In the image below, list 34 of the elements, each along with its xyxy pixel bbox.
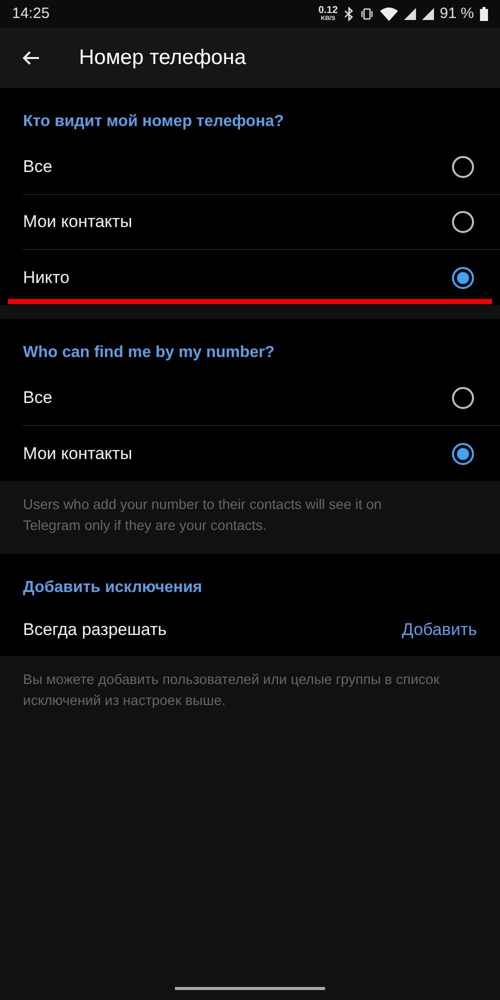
signal-icon	[422, 8, 434, 20]
option-row[interactable]: Все	[23, 140, 500, 195]
option-label: Мои контакты	[23, 442, 132, 465]
radio-button[interactable]	[452, 442, 474, 464]
option-label: Всегда разрешать	[23, 619, 167, 642]
battery-percent: 91 %	[440, 4, 474, 24]
option-row[interactable]: Мои контакты	[23, 195, 500, 250]
bluetooth-icon	[344, 7, 354, 21]
option-row[interactable]: Все	[23, 371, 500, 426]
screen-title: Номер телефона	[79, 45, 246, 72]
battery-icon	[480, 7, 488, 21]
radio-button[interactable]	[452, 211, 474, 233]
signal-icon	[404, 8, 416, 20]
vibrate-icon	[360, 7, 374, 21]
wifi-icon	[380, 7, 398, 21]
status-time: 14:25	[12, 4, 50, 24]
radio-button[interactable]	[452, 156, 474, 178]
info-text: Users who add your number to their contacts will see it on Telegram only if they are your contacts.	[22, 495, 383, 535]
option-label: Мои контакты	[23, 211, 132, 234]
section-header: Добавить исключения	[22, 578, 204, 598]
option-label: Все	[23, 156, 52, 178]
network-speed: 0.12	[318, 6, 338, 16]
radio-button[interactable]	[452, 266, 474, 288]
radio-button[interactable]	[452, 387, 474, 409]
option-label: Все	[23, 387, 52, 410]
option-label: Никто	[23, 266, 70, 289]
section-header: Кто видит мой номер телефона?	[22, 112, 285, 132]
option-row[interactable]: Всегда разрешать Добавить	[0, 604, 500, 656]
add-button[interactable]: Добавить	[402, 617, 477, 643]
option-row[interactable]: Никто	[23, 250, 500, 305]
section-header: Who can find me by my number?	[22, 343, 276, 363]
option-row[interactable]: Мои контакты	[23, 426, 500, 481]
back-arrow-icon	[22, 50, 40, 66]
info-text: Вы можете добавить пользователей или целые группы в список исключений из настроек выше.	[22, 670, 440, 710]
